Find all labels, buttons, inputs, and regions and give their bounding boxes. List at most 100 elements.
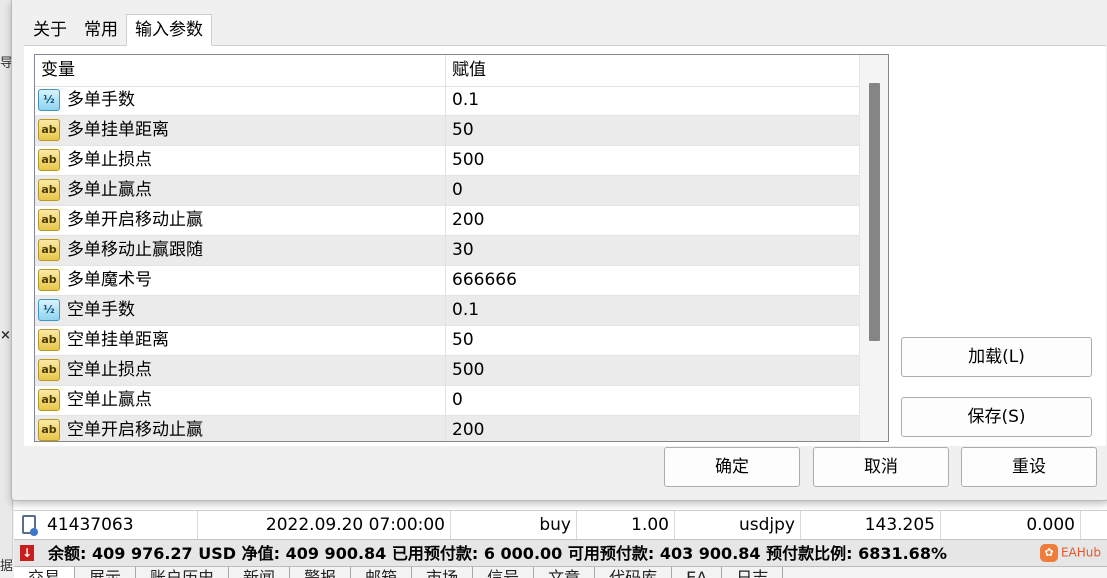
value-cell[interactable]: 30: [446, 236, 474, 265]
value-cell[interactable]: 666666: [446, 266, 517, 295]
close-icon[interactable]: ×: [0, 328, 11, 343]
account-summary-text: 余额: 409 976.27 USD 净值: 409 900.84 已用预付款:…: [48, 544, 947, 563]
value-cell[interactable]: 200: [446, 206, 484, 235]
variable-cell: ab 空单止损点: [35, 356, 446, 385]
ab-icon: ab: [38, 149, 60, 171]
value-cell[interactable]: 500: [446, 356, 484, 385]
grid-rows: ½ 多单手数 0.1 ab 多单挂单距离 50 ab 多单止损点 500 ab 多单止赢点 0 ab 多单…: [35, 86, 859, 441]
variable-name: 多单止损点: [67, 150, 152, 170]
table-row[interactable]: ½ 空单手数 0.1: [35, 296, 859, 326]
variable-name: 多单挂单距离: [67, 120, 169, 140]
table-row[interactable]: ab 多单魔术号 666666: [35, 266, 859, 296]
order-type: buy: [451, 511, 577, 540]
input-parameters-grid: 变量 赋值 ½ 多单手数 0.1 ab 多单挂单距离 50 ab 多单止损点 500 ab 多单止赢…: [34, 54, 889, 442]
ab-icon: ab: [38, 239, 60, 261]
variable-name: 空单挂单距离: [67, 330, 169, 350]
save-button[interactable]: 保存(S): [901, 397, 1092, 437]
eahub-logo: ✿ EAHub: [1039, 544, 1101, 562]
tab-alerts[interactable]: 警报: [290, 567, 352, 578]
table-row[interactable]: 41437063 2022.09.20 07:00:00 buy 1.00 us…: [14, 510, 1107, 540]
variable-cell: ab 多单移动止赢跟随: [35, 236, 446, 265]
tab-news[interactable]: 新闻: [229, 567, 291, 578]
table-row[interactable]: ab 空单止损点 500: [35, 356, 859, 386]
table-row[interactable]: ab 多单挂单距离 50: [35, 116, 859, 146]
value-cell[interactable]: 500: [446, 146, 484, 175]
order-time: 2022.09.20 07:00:00: [198, 511, 451, 540]
tab-trade[interactable]: 交易: [14, 567, 76, 578]
account-summary-bar: ↓ 余额: 409 976.27 USD 净值: 409 900.84 已用预付…: [14, 539, 1107, 567]
ab-icon: ab: [38, 119, 60, 141]
variable-cell: ab 多单开启移动止赢: [35, 206, 446, 235]
load-button[interactable]: 加载(L): [901, 337, 1092, 377]
tab-inputs[interactable]: 输入参数: [126, 14, 212, 46]
ab-icon: ab: [38, 359, 60, 381]
order-sl: 0.000: [941, 511, 1081, 540]
value-cell[interactable]: 0.1: [446, 86, 479, 115]
order-price: 143.205: [801, 511, 941, 540]
variable-name: 多单开启移动止赢: [67, 210, 203, 230]
ab-icon: ab: [38, 179, 60, 201]
variable-name: 空单止赢点: [67, 390, 152, 410]
tab-signals[interactable]: 信号: [473, 567, 535, 578]
table-row[interactable]: ½ 多单手数 0.1: [35, 86, 859, 116]
ab-icon: ab: [38, 269, 60, 291]
variable-cell: ½ 多单手数: [35, 86, 446, 115]
variable-name: 多单魔术号: [67, 270, 152, 290]
scrollbar-thumb[interactable]: [869, 83, 880, 341]
table-row[interactable]: ab 多单止损点 500: [35, 146, 859, 176]
variable-cell: ½ 空单手数: [35, 296, 446, 325]
value-cell[interactable]: 0: [446, 386, 463, 415]
column-header-variable[interactable]: 变量: [35, 55, 446, 86]
tab-ea[interactable]: EA: [672, 567, 723, 578]
ab-icon: ab: [38, 209, 60, 231]
value-cell[interactable]: 0: [446, 176, 463, 205]
table-row[interactable]: ab 空单止赢点 0: [35, 386, 859, 416]
grid-header: 变量 赋值: [35, 55, 859, 87]
tab-about[interactable]: 关于: [24, 14, 76, 46]
variable-name: 多单移动止赢跟随: [67, 240, 203, 260]
ab-icon: ab: [38, 419, 60, 441]
column-header-value[interactable]: 赋值: [446, 55, 859, 86]
tab-code-base[interactable]: 代码库: [595, 567, 673, 578]
tab-common[interactable]: 常用: [75, 14, 127, 46]
half-icon: ½: [38, 299, 60, 321]
variable-name: 空单开启移动止赢: [67, 420, 203, 440]
variable-cell: ab 多单止损点: [35, 146, 446, 175]
variable-cell: ab 空单止赢点: [35, 386, 446, 415]
ab-icon: ab: [38, 329, 60, 351]
tab-journal[interactable]: 日志: [722, 567, 784, 578]
ok-button[interactable]: 确定: [664, 447, 800, 487]
cancel-button[interactable]: 取消: [813, 447, 949, 487]
table-row[interactable]: ab 空单挂单距离 50: [35, 326, 859, 356]
variable-cell: ab 多单挂单距离: [35, 116, 446, 145]
reset-button[interactable]: 重设: [961, 447, 1097, 487]
ea-properties-dialog: 关于 常用 输入参数 变量 赋值 ½ 多单手数 0.1 ab 多单挂单距离 50 ab 多单止…: [11, 0, 1107, 501]
tab-market[interactable]: 市场: [412, 567, 474, 578]
variable-cell: ab 多单止赢点: [35, 176, 446, 205]
table-row[interactable]: ab 多单止赢点 0: [35, 176, 859, 206]
ab-icon: ab: [38, 389, 60, 411]
tab-exposure[interactable]: 展示: [75, 567, 137, 578]
variable-name: 空单止损点: [67, 360, 152, 380]
variable-cell: ab 空单开启移动止赢: [35, 416, 446, 441]
tab-mailbox[interactable]: 邮箱: [351, 567, 413, 578]
variable-name: 多单手数: [67, 90, 135, 110]
value-cell[interactable]: 50: [446, 116, 474, 145]
table-row[interactable]: ab 空单开启移动止赢 200: [35, 416, 859, 441]
value-cell[interactable]: 50: [446, 326, 474, 355]
half-icon: ½: [38, 89, 60, 111]
table-row[interactable]: ab 多单开启移动止赢 200: [35, 206, 859, 236]
value-cell[interactable]: 200: [446, 416, 484, 441]
tab-history[interactable]: 账户历史: [136, 567, 230, 578]
variable-cell: ab 多单魔术号: [35, 266, 446, 295]
order-ticket: 41437063: [42, 511, 198, 540]
variable-name: 空单手数: [67, 300, 135, 320]
value-cell[interactable]: 0.1: [446, 296, 479, 325]
vertical-scrollbar[interactable]: [859, 55, 888, 441]
order-icon: [22, 515, 38, 536]
tab-articles[interactable]: 文章: [534, 567, 596, 578]
logo-icon: ✿: [1039, 544, 1058, 562]
variable-name: 多单止赢点: [67, 180, 152, 200]
order-symbol: usdjpy: [675, 511, 801, 540]
table-row[interactable]: ab 多单移动止赢跟随 30: [35, 236, 859, 266]
